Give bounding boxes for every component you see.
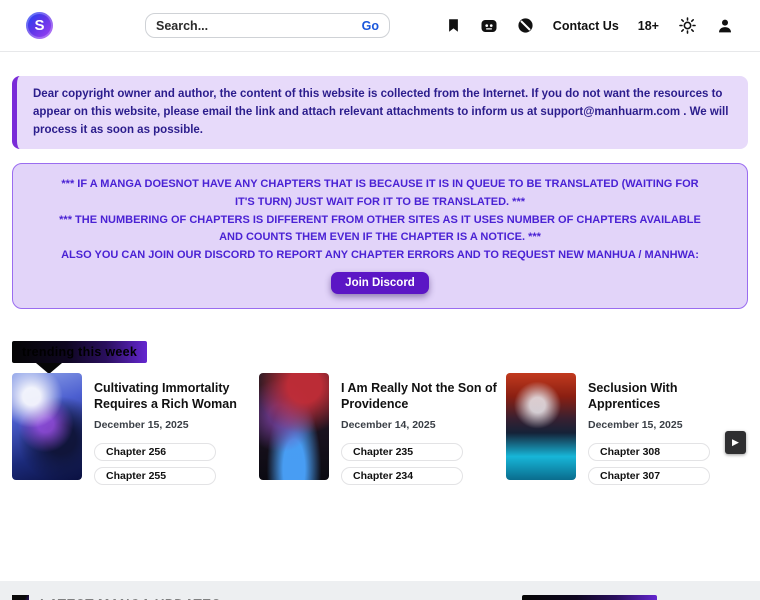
site-logo-icon[interactable]: S — [26, 12, 53, 39]
chapter-button[interactable]: Chapter 234 — [341, 466, 463, 485]
join-discord-button[interactable]: Join Discord — [331, 272, 429, 295]
manga-cover[interactable] — [12, 373, 82, 481]
chapter-button[interactable]: Chapter 308 — [588, 442, 710, 461]
chapter-button[interactable]: Chapter 256 — [94, 442, 216, 461]
manga-card: Cultivating Immortality Requires a Rich … — [12, 373, 254, 490]
trending-today-ribbon: TRENDING TODAY — [522, 594, 658, 600]
header: S Go Contact Us 18+ — [0, 0, 760, 52]
search-go-button[interactable]: Go — [362, 19, 379, 33]
trending-week-ribbon: trending this week — [12, 341, 148, 375]
contact-us-link[interactable]: Contact Us — [553, 19, 619, 33]
copyright-notice: Dear copyright owner and author, the con… — [12, 76, 748, 150]
manga-cover[interactable] — [506, 373, 576, 481]
chapter-button[interactable]: Chapter 255 — [94, 466, 216, 485]
manga-title[interactable]: Seclusion With Apprentices — [588, 381, 748, 412]
manga-date: December 15, 2025 — [94, 418, 189, 431]
chevron-right-icon: ▶ — [732, 437, 739, 448]
header-nav: Contact Us 18+ — [446, 16, 734, 35]
manga-date: December 14, 2025 — [341, 418, 436, 431]
manga-card: Seclusion With Apprentices December 15, … — [506, 373, 748, 490]
translation-notice-line1: *** IF A MANGA DOESNOT HAVE ANY CHAPTERS… — [61, 178, 699, 209]
manga-title[interactable]: I Am Really Not the Son of Providence — [341, 381, 501, 412]
manga-card: I Am Really Not the Son of Providence De… — [259, 373, 501, 490]
section-badge-icon — [12, 594, 29, 600]
ban-icon[interactable] — [517, 17, 534, 34]
chapter-button[interactable]: Chapter 235 — [341, 442, 463, 461]
support-email: support@manhuarm.com — [540, 105, 681, 118]
manga-date: December 15, 2025 — [588, 418, 683, 431]
translation-notice: *** IF A MANGA DOESNOT HAVE ANY CHAPTERS… — [12, 163, 748, 310]
manga-title[interactable]: Cultivating Immortality Requires a Rich … — [94, 381, 254, 412]
trending-today-sidebar: TRENDING TODAY Cultivating Immortality R… — [522, 594, 748, 600]
user-icon[interactable] — [716, 17, 734, 35]
search-input[interactable] — [156, 18, 362, 33]
bookmark-icon[interactable] — [446, 17, 461, 34]
chapter-button[interactable]: Chapter 307 — [588, 466, 710, 485]
bottom-section: LATEST MANGA UPDATES TRENDING TODAY Cult… — [0, 580, 760, 600]
main-content: Dear copyright owner and author, the con… — [0, 52, 760, 581]
adult-content-link[interactable]: 18+ — [638, 19, 659, 33]
manga-cover[interactable] — [259, 373, 329, 481]
translation-notice-line2: *** THE NUMBERING OF CHAPTERS IS DIFFERE… — [59, 213, 701, 244]
sun-icon[interactable] — [678, 16, 697, 35]
search-bar: Go — [145, 13, 390, 38]
carousel-next-button[interactable]: ▶ — [725, 431, 746, 455]
latest-updates-section: LATEST MANGA UPDATES — [12, 594, 506, 600]
translation-notice-line3: ALSO YOU CAN JOIN OUR DISCORD TO REPORT … — [61, 248, 699, 261]
trending-week-carousel: Cultivating Immortality Requires a Rich … — [12, 373, 748, 490]
discord-icon[interactable] — [480, 17, 498, 35]
